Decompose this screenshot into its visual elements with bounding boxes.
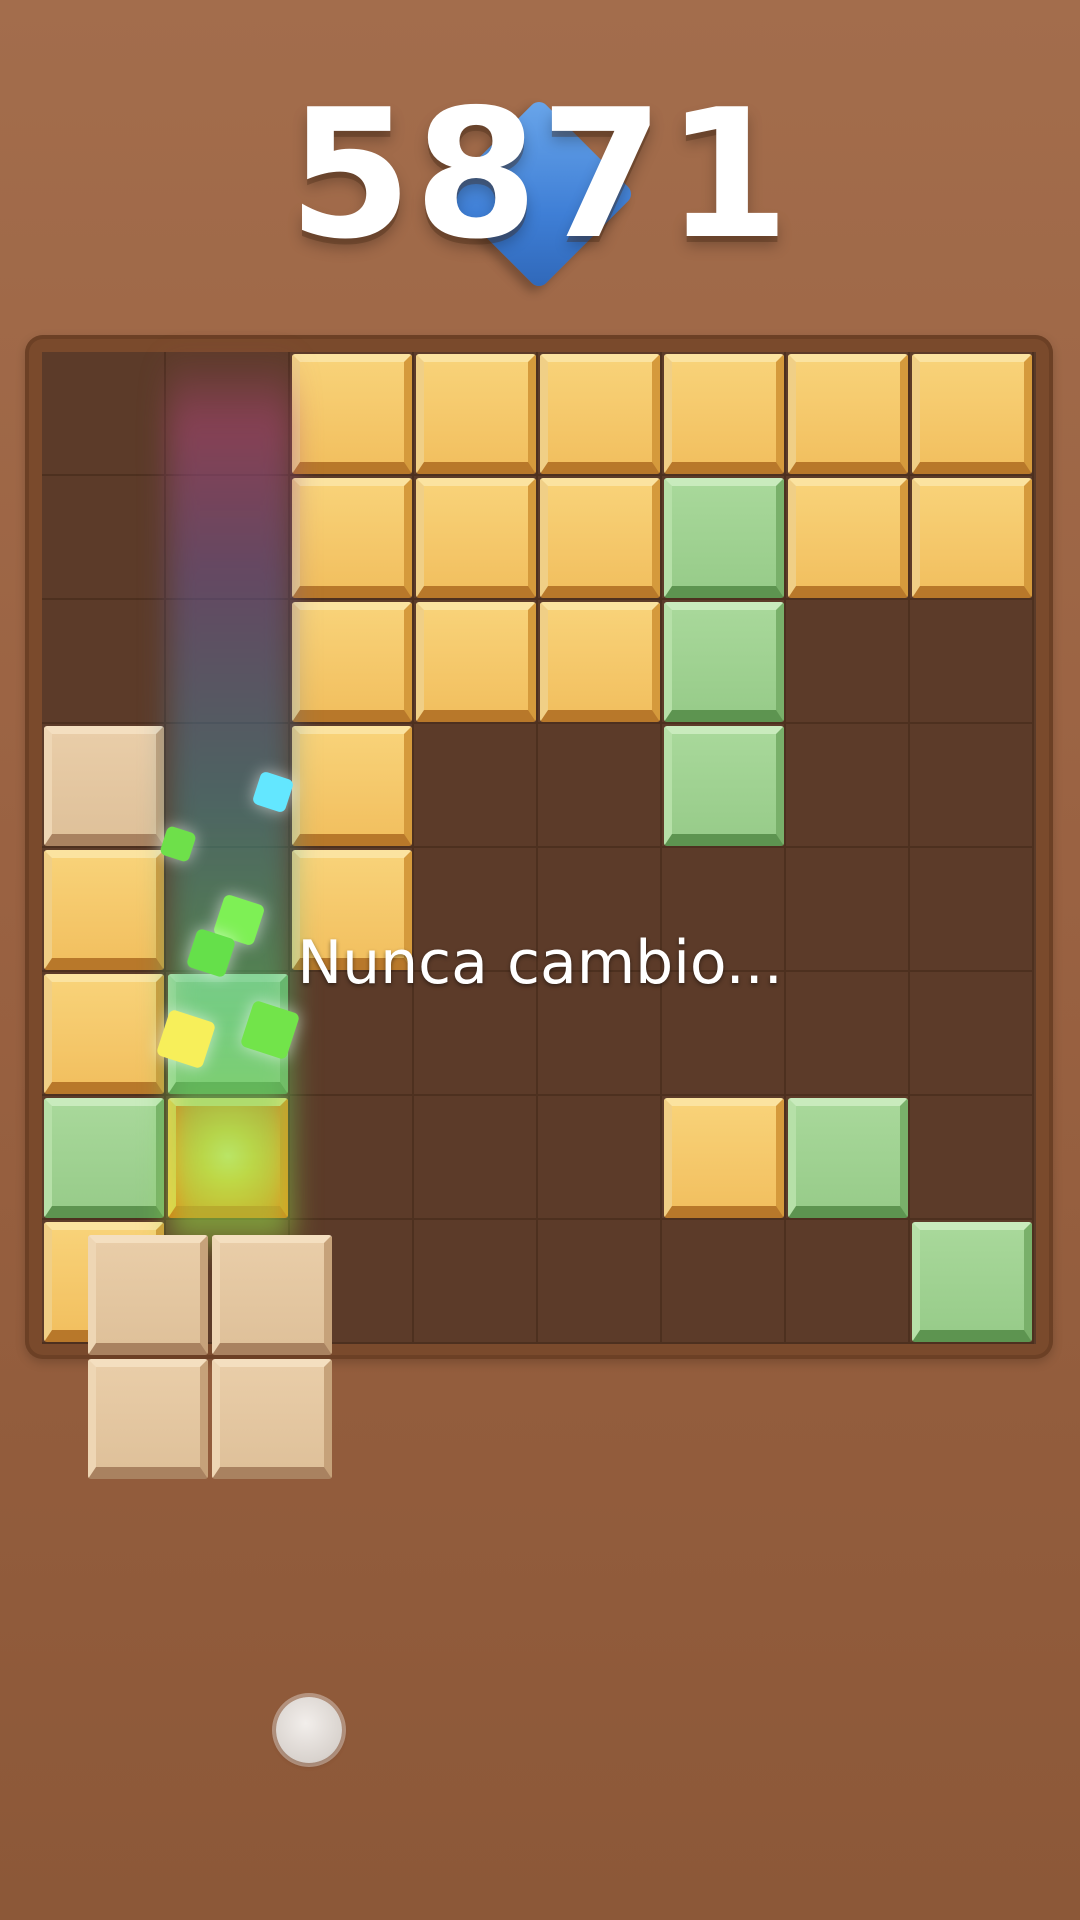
board-cell[interactable] xyxy=(910,1096,1034,1220)
board-cell[interactable] xyxy=(42,352,166,476)
green-block xyxy=(664,478,784,598)
board-cell[interactable] xyxy=(42,600,166,724)
hot-block xyxy=(168,1098,288,1218)
touch-indicator xyxy=(276,1697,342,1763)
board-cell[interactable] xyxy=(662,600,786,724)
board-cell[interactable] xyxy=(786,1220,910,1344)
board-cell[interactable] xyxy=(290,352,414,476)
green-block xyxy=(664,602,784,722)
score-value: 5871 xyxy=(288,71,792,278)
board-cell[interactable] xyxy=(786,352,910,476)
board-cell[interactable] xyxy=(414,476,538,600)
score-display: 5871 xyxy=(0,40,1080,291)
dragging-piece[interactable] xyxy=(88,1235,336,1483)
board-cell[interactable] xyxy=(414,1220,538,1344)
board-cell[interactable] xyxy=(290,476,414,600)
board-cell[interactable] xyxy=(662,352,786,476)
board-cell[interactable] xyxy=(414,724,538,848)
gold-block xyxy=(540,602,660,722)
board-cell[interactable] xyxy=(538,600,662,724)
board-cell[interactable] xyxy=(42,476,166,600)
gold-block xyxy=(664,354,784,474)
gold-block xyxy=(292,478,412,598)
board-cell[interactable] xyxy=(538,476,662,600)
board-cell[interactable] xyxy=(414,352,538,476)
board-cell[interactable] xyxy=(414,1096,538,1220)
board-cell[interactable] xyxy=(662,476,786,600)
board-cell[interactable] xyxy=(166,1096,290,1220)
gold-block xyxy=(664,1098,784,1218)
piece-block xyxy=(88,1235,208,1355)
gold-block xyxy=(292,354,412,474)
board-cell[interactable] xyxy=(414,600,538,724)
board-cell[interactable] xyxy=(786,1096,910,1220)
gold-block xyxy=(788,354,908,474)
board-cell[interactable] xyxy=(42,1096,166,1220)
board-cell[interactable] xyxy=(910,1220,1034,1344)
piece-block xyxy=(212,1359,332,1479)
board-cell[interactable] xyxy=(538,1096,662,1220)
board-cell[interactable] xyxy=(910,600,1034,724)
gold-block xyxy=(292,602,412,722)
caption-text: Nunca cambio... xyxy=(297,928,783,998)
gold-block xyxy=(788,478,908,598)
green-block xyxy=(44,1098,164,1218)
beige-block xyxy=(44,726,164,846)
board-cell[interactable] xyxy=(538,1220,662,1344)
gold-block xyxy=(416,602,536,722)
board-cell[interactable] xyxy=(662,724,786,848)
board-cell[interactable] xyxy=(290,1096,414,1220)
board-cell[interactable] xyxy=(290,600,414,724)
board-cell[interactable] xyxy=(662,1096,786,1220)
green-block xyxy=(912,1222,1032,1342)
board-cell[interactable] xyxy=(166,600,290,724)
gold-block xyxy=(416,354,536,474)
board-cell[interactable] xyxy=(786,600,910,724)
gold-block xyxy=(540,478,660,598)
board-cell[interactable] xyxy=(166,352,290,476)
green-block xyxy=(664,726,784,846)
gold-block xyxy=(912,354,1032,474)
gold-block xyxy=(912,478,1032,598)
piece-block xyxy=(212,1235,332,1355)
board-cell[interactable] xyxy=(538,352,662,476)
piece-block xyxy=(88,1359,208,1479)
board-cell[interactable] xyxy=(538,724,662,848)
board-cell[interactable] xyxy=(910,352,1034,476)
green-block xyxy=(788,1098,908,1218)
gold-block xyxy=(292,726,412,846)
board-cell[interactable] xyxy=(786,724,910,848)
board-cell[interactable] xyxy=(290,724,414,848)
gold-block xyxy=(416,478,536,598)
board-cell[interactable] xyxy=(166,476,290,600)
board-cell[interactable] xyxy=(662,1220,786,1344)
board-cell[interactable] xyxy=(42,724,166,848)
board-cell[interactable] xyxy=(910,476,1034,600)
board-cell[interactable] xyxy=(910,724,1034,848)
gold-block xyxy=(540,354,660,474)
board-cell[interactable] xyxy=(786,476,910,600)
